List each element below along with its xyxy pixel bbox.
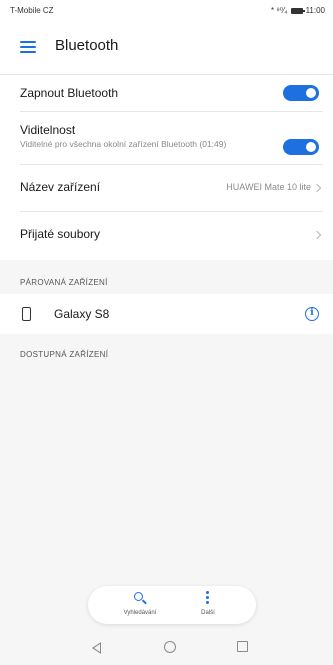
clock: 11:00: [305, 6, 325, 15]
visibility-label: Viditelnost: [20, 123, 76, 137]
paired-devices-header: PÁROVANÁ ZAŘÍZENÍ: [0, 270, 333, 294]
more-button[interactable]: Další: [178, 590, 238, 620]
back-icon[interactable]: [92, 642, 101, 654]
settings-list: Zapnout Bluetooth Viditelnost Viditelné …: [0, 75, 333, 260]
available-devices-title: DOSTUPNÁ ZAŘÍZENÍ: [20, 350, 109, 359]
more-vertical-icon: [206, 591, 209, 605]
carrier-name: T-Mobile CZ: [10, 6, 54, 15]
paired-device-name: Galaxy S8: [54, 307, 110, 321]
status-icons: * ⁹⁰⁄₄ 11:00: [271, 6, 325, 15]
search-label: Vyhledávání: [123, 610, 157, 616]
device-name-row[interactable]: Název zařízení HUAWEI Mate 10 lite: [0, 165, 333, 211]
bluetooth-settings-screen: T-Mobile CZ * ⁹⁰⁄₄ 11:00 Bluetooth Zapno…: [0, 0, 333, 665]
bluetooth-toggle-switch[interactable]: [283, 85, 319, 101]
home-icon[interactable]: [164, 641, 176, 653]
received-files-label: Přijaté soubory: [20, 227, 101, 241]
paired-device-row[interactable]: Galaxy S8 i: [0, 294, 333, 334]
chevron-right-icon: [312, 230, 322, 240]
phone-icon: [22, 307, 31, 321]
bluetooth-signal-icons: * ⁹⁰⁄₄: [270, 6, 288, 15]
visibility-subtitle: Viditelné pro všechna okolní zařízení Bl…: [20, 139, 227, 149]
search-icon: [134, 592, 143, 601]
received-files-row[interactable]: Přijaté soubory: [0, 212, 333, 258]
system-navigation-bar: [0, 630, 333, 665]
app-header: Bluetooth: [0, 20, 333, 75]
bottom-action-bar: Vyhledávání Další: [88, 586, 256, 624]
device-name-label: Název zařízení: [20, 180, 101, 194]
available-devices-header: DOSTUPNÁ ZAŘÍZENÍ: [0, 342, 333, 366]
bluetooth-toggle-label: Zapnout Bluetooth: [20, 86, 119, 100]
visibility-row[interactable]: Viditelnost Viditelné pro všechna okolní…: [0, 112, 333, 162]
status-bar: T-Mobile CZ * ⁹⁰⁄₄ 11:00: [0, 0, 333, 20]
more-label: Další: [201, 610, 215, 616]
menu-icon[interactable]: [20, 41, 36, 53]
visibility-toggle-switch[interactable]: [283, 139, 319, 155]
page-title: Bluetooth: [55, 37, 119, 54]
info-icon[interactable]: i: [305, 307, 319, 321]
battery-icon: [290, 7, 305, 14]
device-name-value: HUAWEI Mate 10 lite: [226, 182, 311, 192]
bluetooth-toggle-row[interactable]: Zapnout Bluetooth: [0, 75, 333, 111]
paired-devices-title: PÁROVANÁ ZAŘÍZENÍ: [20, 278, 108, 287]
search-button[interactable]: Vyhledávání: [110, 590, 170, 620]
recent-apps-icon[interactable]: [237, 641, 248, 652]
chevron-right-icon: [312, 183, 322, 193]
